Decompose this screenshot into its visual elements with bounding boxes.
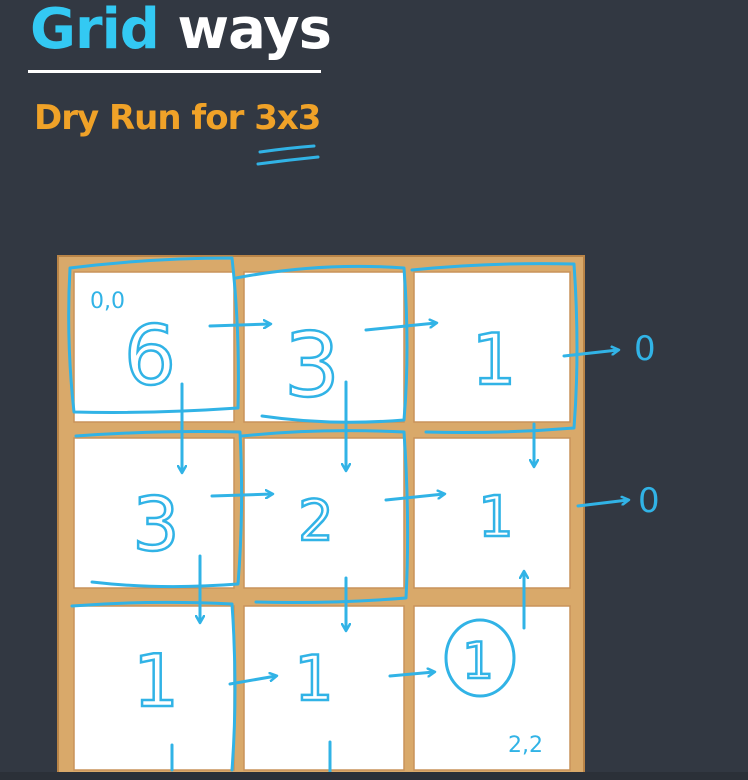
bottom-edge bbox=[0, 772, 748, 780]
highlight-underline-1 bbox=[258, 144, 316, 154]
cell-value-0-1: 3 bbox=[284, 314, 340, 417]
cell-value-2-2: 1 bbox=[462, 632, 494, 690]
start-coordinate-label: 0,0 bbox=[90, 289, 125, 314]
cell-value-1-1: 2 bbox=[298, 489, 334, 554]
cell-value-2-0: 1 bbox=[133, 639, 179, 723]
cell-value-0-0: 6 bbox=[124, 309, 176, 404]
cell-value-1-0: 3 bbox=[132, 482, 179, 568]
cell-value-0-2: 1 bbox=[472, 319, 517, 401]
grid-diagram: 6 3 1 3 2 1 1 1 1 0,0 2,2 0 0 bbox=[57, 144, 660, 777]
outside-value-row-0: 0 bbox=[634, 329, 656, 369]
highlight-underline-2 bbox=[256, 155, 320, 166]
cell-value-2-1: 1 bbox=[294, 642, 333, 715]
end-coordinate-label: 2,2 bbox=[508, 733, 543, 758]
cell-value-1-2: 1 bbox=[478, 485, 514, 550]
outside-value-row-1: 0 bbox=[638, 481, 660, 521]
